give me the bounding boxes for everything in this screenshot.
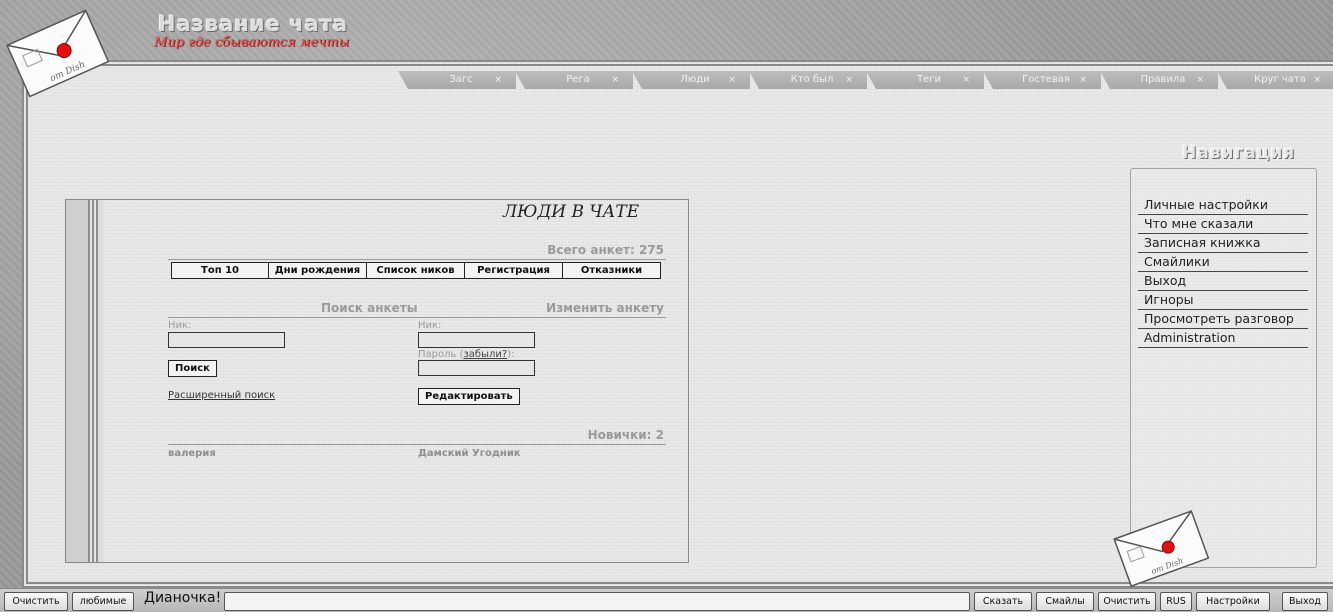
nav-item-personal-settings[interactable]: Личные настройки [1138,196,1308,215]
divider [168,317,666,318]
tab-rega[interactable]: Рега × [515,71,633,89]
nav-item-notebook[interactable]: Записная книжка [1138,234,1308,253]
nav-item-administration[interactable]: Administration [1138,329,1308,348]
tab-label: Рега [566,74,590,85]
tab-label: Гостевая [1022,74,1070,85]
password-label: Пароль (забыли?): [418,349,514,360]
tab-zags[interactable]: Загс × [398,71,516,89]
divider [168,259,666,260]
newbie-name[interactable]: Дамский Угодник [418,448,521,459]
search-profile-heading: Поиск анкеты [321,301,418,315]
tab-guestbook[interactable]: Гостевая × [983,71,1101,89]
close-icon[interactable]: × [1313,71,1321,89]
tab-label: Теги [916,74,941,85]
edit-nick-label: Ник: [418,320,442,331]
tab-label: Правила [1140,74,1186,85]
people-title: ЛЮДИ В ЧАТЕ [503,202,640,222]
settings-button[interactable]: Настройки [1196,592,1270,611]
edit-nick-input[interactable] [418,332,535,348]
edit-profile-button[interactable]: Редактировать [418,388,520,405]
tab-label: Круг чата [1254,74,1306,85]
bottom-bar: Очистить любимые Дианочка! Сказать Смайл… [0,588,1333,612]
tab-label: Кто был [790,74,834,85]
language-button[interactable]: RUS [1160,592,1192,611]
envelope-icon: от Dish [1112,510,1210,588]
newbie-name[interactable]: валерия [168,448,216,459]
search-nick-input[interactable] [168,332,285,348]
top10-button[interactable]: Топ 10 [171,262,269,279]
people-panel: ЛЮДИ В ЧАТЕ Всего анкет: 275 Топ 10 Дни … [65,199,689,563]
divider [168,444,666,445]
password-label-end: ): [507,349,515,360]
nav-item-what-they-said[interactable]: Что мне сказали [1138,215,1308,234]
clear-button[interactable]: Очистить [4,592,68,611]
close-icon[interactable]: × [1079,71,1087,89]
nick-list-button[interactable]: Список ников [367,262,465,279]
password-input[interactable] [418,360,535,376]
close-icon[interactable]: × [611,71,619,89]
chat-title: Название чата [158,12,349,36]
chat-subtitle: Мир где сбываются мечты [154,35,350,50]
navigation-box: Личные настройки Что мне сказали Записна… [1130,168,1317,568]
total-profiles-count: Всего анкет: 275 [547,243,664,257]
favorites-button[interactable]: любимые [72,592,134,611]
nav-item-exit[interactable]: Выход [1138,272,1308,291]
password-label-text: Пароль ( [418,349,464,360]
tab-people[interactable]: Люди × [632,71,750,89]
close-icon[interactable]: × [845,71,853,89]
message-input[interactable] [224,592,970,611]
nav-item-ignores[interactable]: Игноры [1138,291,1308,310]
navigation-title: Навигация [1182,143,1296,163]
current-nickname: Дианочка! [144,590,222,606]
tab-chat-circle[interactable]: Круг чата × [1217,71,1333,89]
exit-button[interactable]: Выход [1282,592,1328,611]
smileys-button[interactable]: Смайлы [1036,592,1094,611]
tab-tags[interactable]: Теги × [866,71,984,89]
header: от Dish Название чата Мир где сбываются … [0,0,1333,98]
navigation-list: Личные настройки Что мне сказали Записна… [1138,196,1308,348]
forgot-password-link[interactable]: забыли? [463,349,507,360]
birthdays-button[interactable]: Дни рождения [269,262,367,279]
tab-rules[interactable]: Правила × [1100,71,1218,89]
close-icon[interactable]: × [962,71,970,89]
people-button-row: Топ 10 Дни рождения Список ников Регистр… [171,262,661,279]
registration-button[interactable]: Регистрация [465,262,563,279]
panel-stripes [66,200,103,562]
say-button[interactable]: Сказать [974,592,1032,611]
nav-item-smileys[interactable]: Смайлики [1138,253,1308,272]
newbies-count: Новички: 2 [587,428,664,442]
search-nick-label: Ник: [168,320,192,331]
close-icon[interactable]: × [728,71,736,89]
edit-profile-heading: Изменить анкету [546,301,664,315]
nav-item-view-conversation[interactable]: Просмотреть разговор [1138,310,1308,329]
advanced-search-link[interactable]: Расширенный поиск [168,390,275,401]
envelope-logo-icon: от Dish [4,9,110,98]
close-icon[interactable]: × [494,71,502,89]
tab-label: Загс [449,74,473,85]
search-button[interactable]: Поиск [168,360,217,377]
tab-who-was[interactable]: Кто был × [749,71,867,89]
tab-label: Люди [680,74,710,85]
refusers-button[interactable]: Отказники [563,262,661,279]
clear-chat-button[interactable]: Очистить [1098,592,1156,611]
close-icon[interactable]: × [1196,71,1204,89]
